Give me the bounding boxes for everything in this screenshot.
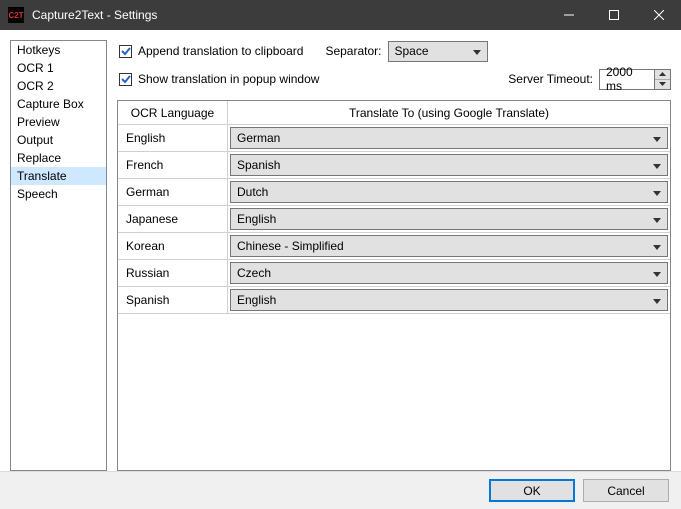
chevron-down-icon xyxy=(473,44,481,58)
translate-to-dropdown[interactable]: Chinese - Simplified xyxy=(230,235,668,257)
table-row: German Dutch xyxy=(118,179,670,206)
grid-header-translate-to: Translate To (using Google Translate) xyxy=(228,101,670,124)
chevron-down-icon xyxy=(653,131,661,145)
table-row: English German xyxy=(118,125,670,152)
settings-sidebar: Hotkeys OCR 1 OCR 2 Capture Box Preview … xyxy=(10,40,107,471)
sidebar-item-ocr1[interactable]: OCR 1 xyxy=(11,59,106,77)
translate-to-value: English xyxy=(237,293,276,307)
chevron-down-icon xyxy=(653,293,661,307)
maximize-button[interactable] xyxy=(591,0,636,30)
translate-to-dropdown[interactable]: English xyxy=(230,208,668,230)
translate-to-value: German xyxy=(237,131,280,145)
ocr-language-cell: English xyxy=(118,125,228,151)
ocr-language-cell: Japanese xyxy=(118,206,228,232)
ocr-language-cell: Russian xyxy=(118,260,228,286)
popup-window-label: Show translation in popup window xyxy=(138,72,319,86)
sidebar-item-output[interactable]: Output xyxy=(11,131,106,149)
app-icon: C2T xyxy=(8,7,24,23)
chevron-down-icon xyxy=(653,239,661,253)
ocr-language-cell: Korean xyxy=(118,233,228,259)
server-timeout-spinner[interactable] xyxy=(655,69,671,90)
separator-dropdown[interactable]: Space xyxy=(388,41,488,62)
ocr-language-cell: Spanish xyxy=(118,287,228,313)
spinner-down-icon[interactable] xyxy=(655,80,670,89)
cancel-button[interactable]: Cancel xyxy=(583,479,669,502)
sidebar-item-ocr2[interactable]: OCR 2 xyxy=(11,77,106,95)
chevron-down-icon xyxy=(653,266,661,280)
translate-to-dropdown[interactable]: English xyxy=(230,289,668,311)
translate-to-value: Czech xyxy=(237,266,271,280)
minimize-button[interactable] xyxy=(546,0,591,30)
translate-to-value: Chinese - Simplified xyxy=(237,239,344,253)
sidebar-item-capture-box[interactable]: Capture Box xyxy=(11,95,106,113)
separator-value: Space xyxy=(395,44,429,58)
separator-label: Separator: xyxy=(325,44,381,58)
translate-to-dropdown[interactable]: Dutch xyxy=(230,181,668,203)
window-title: Capture2Text - Settings xyxy=(32,8,546,22)
table-row: Japanese English xyxy=(118,206,670,233)
sidebar-item-translate[interactable]: Translate xyxy=(11,167,106,185)
ocr-language-cell: German xyxy=(118,179,228,205)
chevron-down-icon xyxy=(653,158,661,172)
table-row: Korean Chinese - Simplified xyxy=(118,233,670,260)
dialog-footer: OK Cancel xyxy=(0,471,681,509)
table-row: Russian Czech xyxy=(118,260,670,287)
translate-to-dropdown[interactable]: Spanish xyxy=(230,154,668,176)
titlebar: C2T Capture2Text - Settings xyxy=(0,0,681,30)
sidebar-item-speech[interactable]: Speech xyxy=(11,185,106,203)
sidebar-item-replace[interactable]: Replace xyxy=(11,149,106,167)
grid-header-ocr-lang: OCR Language xyxy=(118,101,228,124)
append-clipboard-label: Append translation to clipboard xyxy=(138,44,303,58)
append-clipboard-checkbox[interactable] xyxy=(119,45,132,58)
sidebar-item-hotkeys[interactable]: Hotkeys xyxy=(11,41,106,59)
popup-window-checkbox[interactable] xyxy=(119,73,132,86)
translate-to-dropdown[interactable]: German xyxy=(230,127,668,149)
translate-grid: OCR Language Translate To (using Google … xyxy=(117,100,671,471)
server-timeout-field[interactable]: 2000 ms xyxy=(599,69,655,90)
chevron-down-icon xyxy=(653,185,661,199)
translate-to-value: Spanish xyxy=(237,158,280,172)
server-timeout-label: Server Timeout: xyxy=(508,72,593,86)
translate-to-value: Dutch xyxy=(237,185,268,199)
ocr-language-cell: French xyxy=(118,152,228,178)
close-button[interactable] xyxy=(636,0,681,30)
chevron-down-icon xyxy=(653,212,661,226)
translate-to-value: English xyxy=(237,212,276,226)
translate-to-dropdown[interactable]: Czech xyxy=(230,262,668,284)
ok-button[interactable]: OK xyxy=(489,479,575,502)
table-row: French Spanish xyxy=(118,152,670,179)
spinner-up-icon[interactable] xyxy=(655,70,670,80)
sidebar-item-preview[interactable]: Preview xyxy=(11,113,106,131)
table-row: Spanish English xyxy=(118,287,670,314)
